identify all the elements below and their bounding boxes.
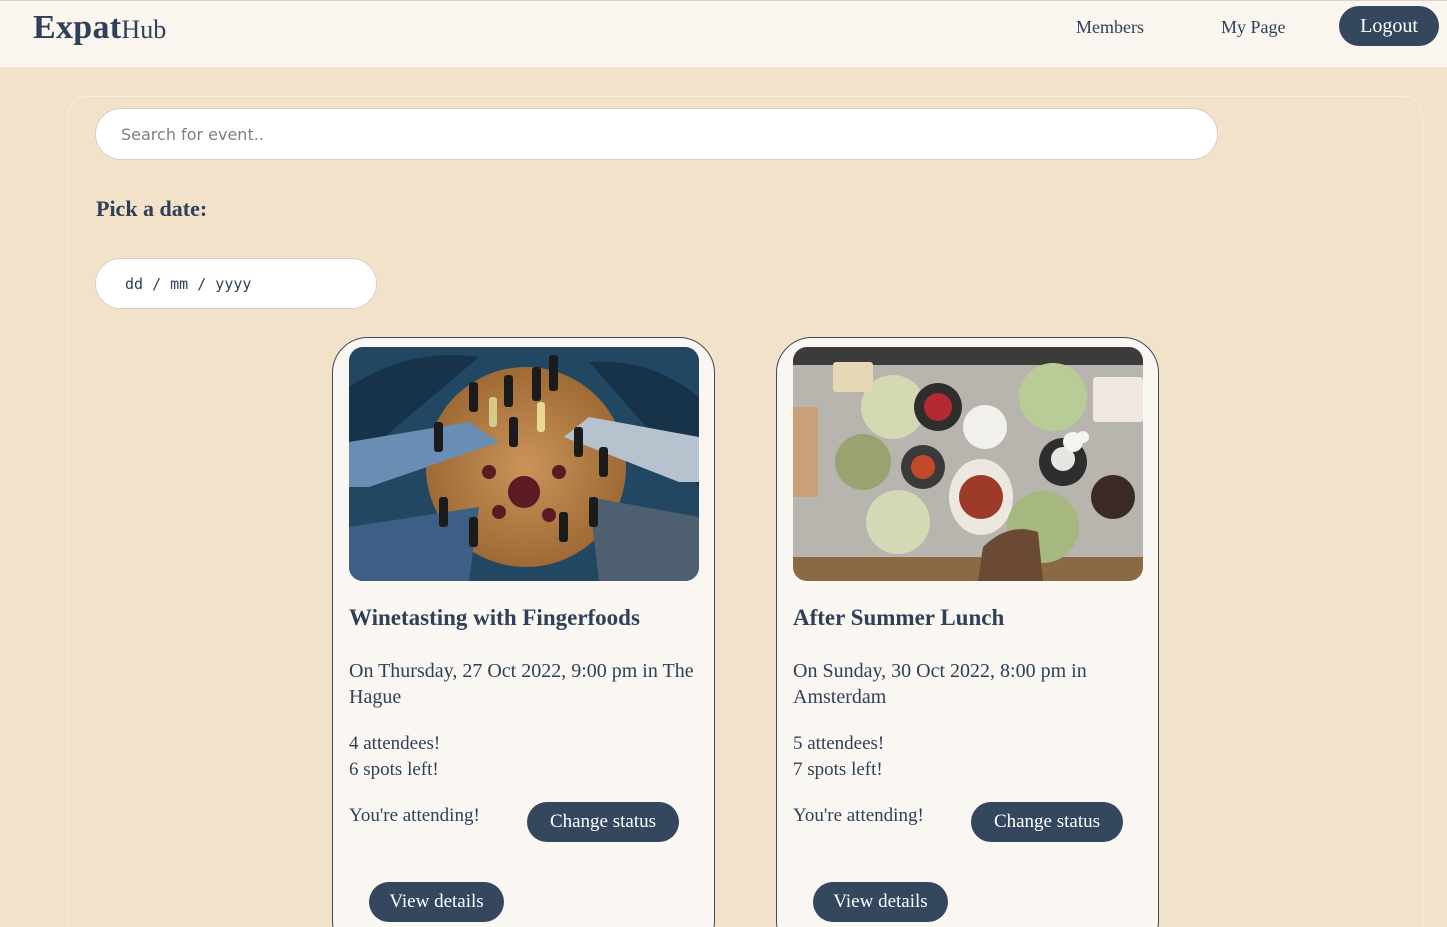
event-attendees: 5 attendees! [793, 733, 885, 754]
event-card: Winetasting with Fingerfoods On Thursday… [332, 337, 715, 927]
attendance-status: You're attending! [349, 805, 480, 826]
event-date-location: On Thursday, 27 Oct 2022, 9:00 pm in The… [349, 660, 694, 708]
nav-link-my-page[interactable]: My Page [1221, 17, 1286, 38]
attendance-status: You're attending! [793, 805, 924, 826]
logout-button[interactable]: Logout [1339, 6, 1439, 46]
date-picker-input[interactable]: dd / mm / yyyy [95, 258, 377, 309]
event-image-wine [349, 347, 699, 581]
view-details-button[interactable]: View details [369, 882, 504, 922]
event-spots-left: 7 spots left! [793, 759, 883, 780]
event-title: Winetasting with Fingerfoods [349, 605, 640, 630]
top-navbar: ExpatHub Members My Page Logout [0, 0, 1447, 67]
change-status-button[interactable]: Change status [527, 802, 679, 842]
event-title: After Summer Lunch [793, 605, 1005, 630]
event-date-location: On Sunday, 30 Oct 2022, 8:00 pm in Amste… [793, 660, 1087, 708]
brand-name-rest: Hub [121, 15, 167, 44]
event-image-lunch [793, 347, 1143, 581]
event-spots-left: 6 spots left! [349, 759, 439, 780]
change-status-button[interactable]: Change status [971, 802, 1123, 842]
event-card: After Summer Lunch On Sunday, 30 Oct 202… [776, 337, 1159, 927]
date-picker-label: Pick a date: [96, 196, 208, 221]
event-attendees: 4 attendees! [349, 733, 441, 754]
brand-logo[interactable]: ExpatHub [33, 9, 166, 47]
nav-link-members[interactable]: Members [1076, 17, 1144, 38]
brand-name-bold: Expat [33, 9, 122, 46]
view-details-button[interactable]: View details [813, 882, 948, 922]
events-panel [67, 96, 1423, 927]
search-input[interactable]: Search for event.. [95, 108, 1218, 160]
